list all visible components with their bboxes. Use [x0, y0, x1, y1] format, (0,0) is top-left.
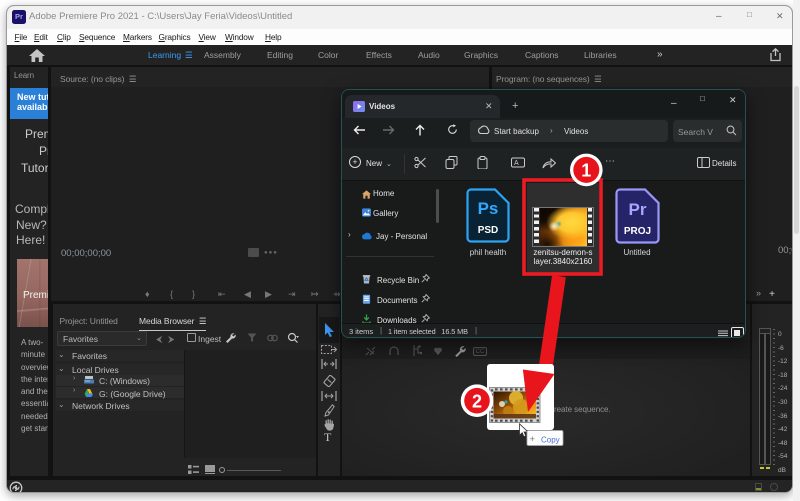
svg-text:PSD: PSD	[478, 225, 499, 236]
svg-text:Ps: Ps	[478, 199, 499, 218]
svg-text:Pr: Pr	[629, 200, 647, 219]
svg-text:A: A	[514, 160, 519, 167]
svg-text:PROJ: PROJ	[624, 226, 651, 237]
